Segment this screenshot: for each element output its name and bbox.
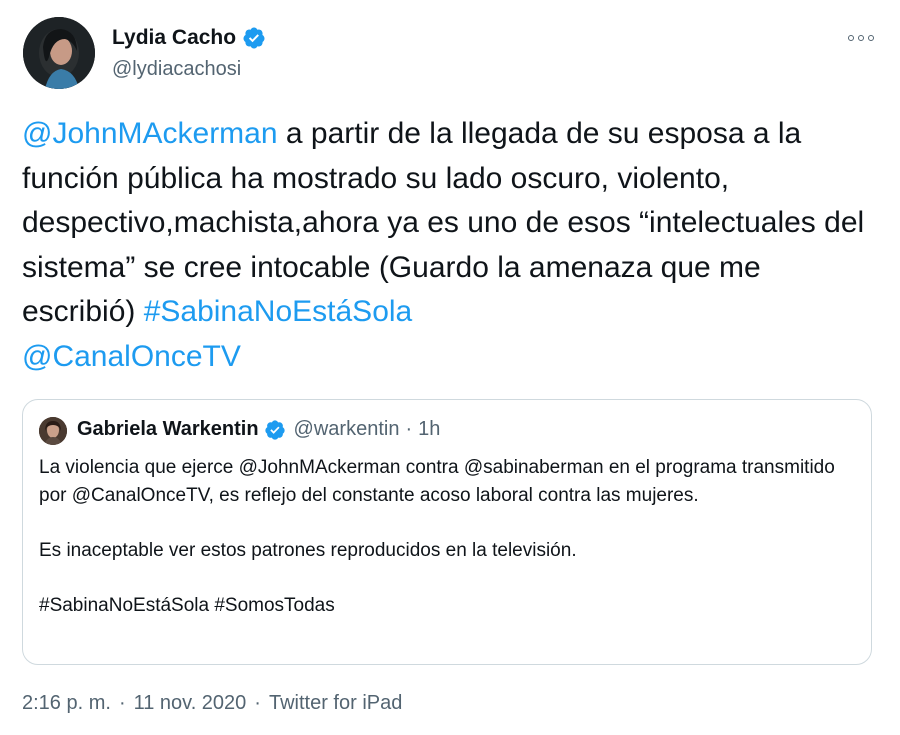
quoted-handle[interactable]: @warkentin [294,418,400,441]
quoted-paragraph: La violencia que ejerce @JohnMAckerman c… [39,457,835,506]
hashtag-link[interactable]: #SabinaNoEstáSola [144,295,413,328]
tweet-date[interactable]: 11 nov. 2020 [134,692,247,715]
author-avatar[interactable] [23,17,95,89]
more-options-icon[interactable] [842,28,880,48]
separator-dot: · [405,418,413,440]
quoted-timestamp[interactable]: 1h [418,418,440,441]
mention-link[interactable]: @JohnMAckerman [22,117,278,150]
quoted-tweet[interactable]: Gabriela Warkentin @warkentin · 1h La vi… [22,399,872,665]
mention-link[interactable]: @CanalOnceTV [22,340,241,373]
tweet-metadata: 2:16 p. m. · 11 nov. 2020 · Twitter for … [22,692,402,715]
quoted-tweet-text: La violencia que ejerce @JohnMAckerman c… [39,454,854,619]
verified-badge-icon [264,419,285,440]
author-display-name[interactable]: Lydia Cacho [112,26,236,50]
quoted-hashtags: #SabinaNoEstáSola #SomosTodas [39,594,335,616]
author-handle[interactable]: @lydiacachosi [112,58,241,81]
verified-badge-icon [243,27,265,49]
tweet-text: @JohnMAckerman a partir de la llegada de… [22,112,882,379]
separator-dot: · [118,692,126,714]
quoted-author-avatar[interactable] [39,417,67,445]
separator-dot: · [254,692,261,714]
tweet-source[interactable]: Twitter for iPad [269,692,402,715]
tweet-time[interactable]: 2:16 p. m. [22,692,111,715]
quoted-display-name[interactable]: Gabriela Warkentin [77,418,259,441]
quoted-paragraph: Es inaceptable ver estos patrones reprod… [39,539,577,561]
